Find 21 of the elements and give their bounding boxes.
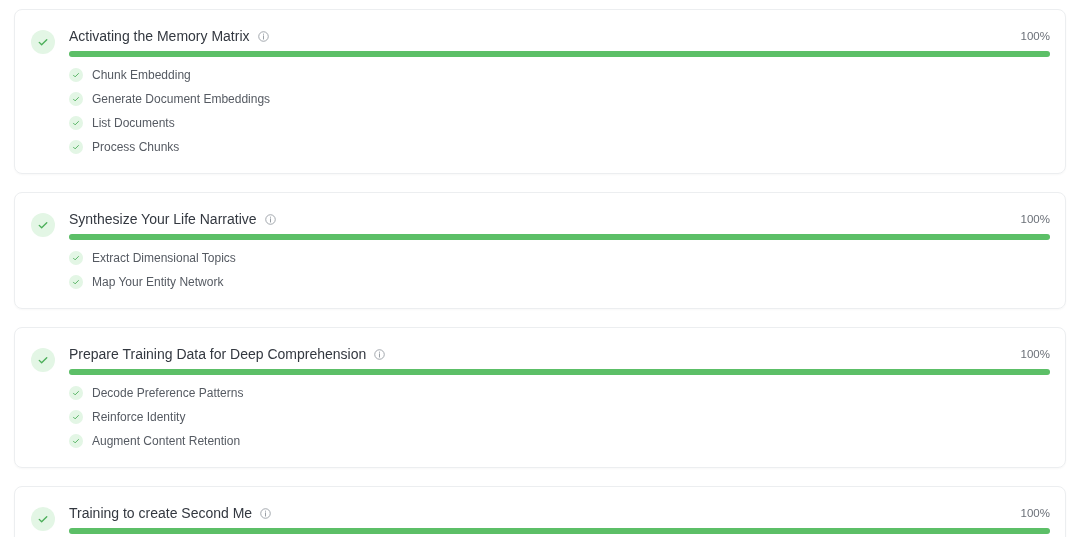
step-label: Map Your Entity Network <box>92 275 224 289</box>
progress-percent: 100% <box>1020 213 1050 225</box>
step-label: Extract Dimensional Topics <box>92 251 236 265</box>
progress-percent: 100% <box>1020 348 1050 360</box>
progress-percent: 100% <box>1020 507 1050 519</box>
progress-percent: 100% <box>1020 30 1050 42</box>
info-icon[interactable] <box>264 213 276 225</box>
step-label: Decode Preference Patterns <box>92 386 244 400</box>
stage-title: Prepare Training Data for Deep Comprehension <box>69 346 367 362</box>
info-icon[interactable] <box>374 348 386 360</box>
step-label: Process Chunks <box>92 140 180 154</box>
stage-title: Synthesize Your Life Narrative <box>69 211 257 227</box>
step-label: Generate Document Embeddings <box>92 92 271 106</box>
step-label: List Documents <box>92 116 175 130</box>
stage-title: Training to create Second Me <box>69 505 253 521</box>
step-label: Chunk Embedding <box>92 68 191 82</box>
step-label: Augment Content Retention <box>92 434 241 448</box>
info-icon[interactable] <box>257 30 269 42</box>
step-label: Reinforce Identity <box>92 410 186 424</box>
info-icon[interactable] <box>260 507 272 519</box>
stage-title: Activating the Memory Matrix <box>69 28 250 44</box>
